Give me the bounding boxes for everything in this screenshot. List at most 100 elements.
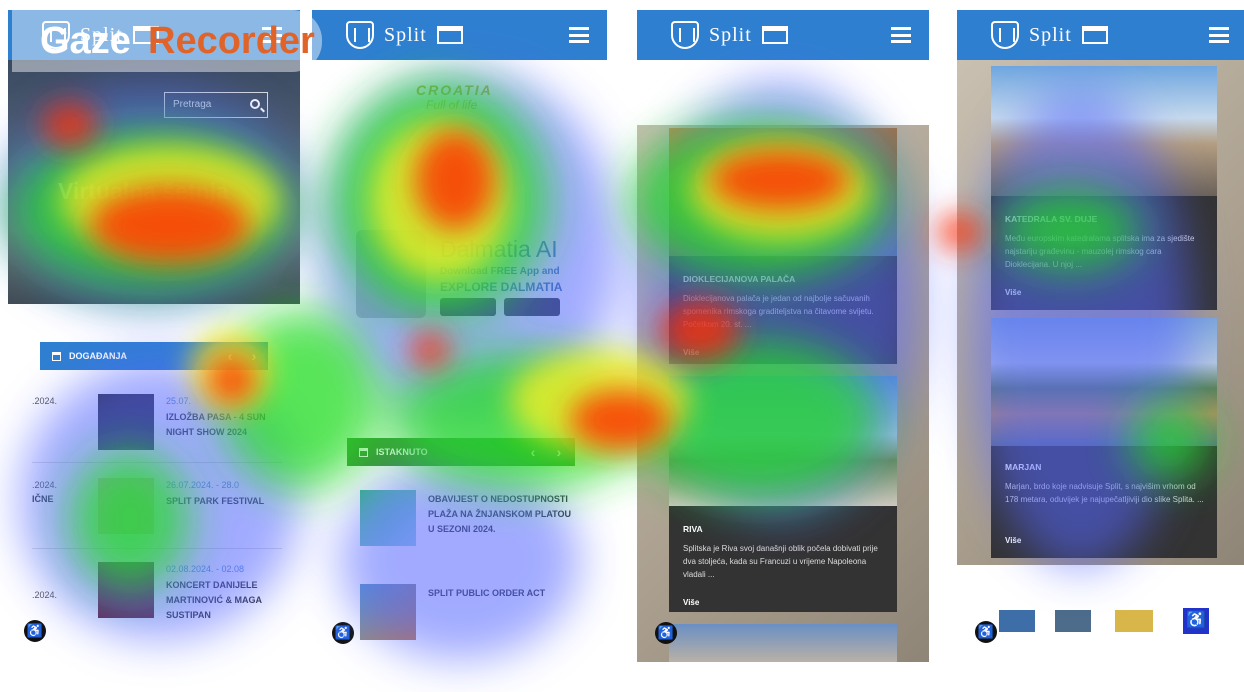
coat-of-arms-icon	[991, 21, 1019, 49]
news-thumbnail[interactable]	[360, 584, 416, 640]
site-header: Split	[957, 10, 1244, 60]
unesco-icon	[436, 26, 463, 44]
event-thumbnail[interactable]	[98, 562, 154, 618]
site-header: Split	[637, 10, 929, 60]
event-item[interactable]: .2024. 25.07. IZLOŽBA PASA - 4 SUN NIGHT…	[8, 394, 300, 454]
event-date: 26.07.2024. - 28.0	[166, 480, 240, 490]
croatia-wordmark: CROATIA	[416, 82, 493, 98]
sight-title[interactable]: MARJAN	[1005, 462, 1041, 472]
search-input[interactable]: Pretraga	[164, 92, 268, 118]
phone-screen-sights-2: Split KATEDRALA SV. DUJE Među europskim …	[957, 0, 1244, 662]
news-item[interactable]: OBAVIJEST O NEDOSTUPNOSTI PLAŽA NA ŽNJAN…	[360, 490, 590, 550]
next-arrow-icon[interactable]: ›	[242, 342, 266, 370]
sight-card[interactable]: MARJAN Marjan, brdo koje nadvisuje Split…	[991, 318, 1217, 558]
news-thumbnail[interactable]	[360, 490, 416, 546]
gazerecorder-watermark: Gaze Recorder	[12, 10, 322, 72]
calendar-icon	[359, 447, 368, 457]
unesco-icon	[761, 26, 788, 44]
sight-card[interactable]: RIVA Splitska je Riva svoj današnji obli…	[669, 376, 897, 612]
more-link[interactable]: Više	[1005, 536, 1021, 545]
event-item[interactable]: .2024. 02.08.2024. - 02.08 KONCERT DANIJ…	[8, 562, 300, 622]
sight-title[interactable]: DIOKLECIJANOVA PALAČA	[683, 274, 795, 284]
event-prev-title: IČNE	[32, 494, 54, 504]
sight-image[interactable]	[991, 66, 1217, 196]
logo-text: Split	[1029, 23, 1072, 46]
news-title[interactable]: SPLIT PUBLIC ORDER ACT	[428, 586, 578, 601]
hamburger-menu-icon[interactable]	[1209, 27, 1229, 43]
event-prev-date: .2024.	[32, 590, 58, 600]
events-section-header: DOGAĐANJA ‹ ›	[40, 342, 268, 370]
sight-image[interactable]	[669, 128, 897, 256]
wheelchair-icon[interactable]: ♿	[24, 620, 46, 642]
highlights-section-header: ISTAKNUTO ‹ ›	[347, 438, 575, 466]
event-prev-date: .2024.	[32, 396, 58, 406]
coat-of-arms-icon	[671, 21, 699, 49]
partner-logo[interactable]	[999, 610, 1035, 632]
dalmatia-line-1: Download FREE App and	[440, 266, 560, 277]
event-item[interactable]: .2024. IČNE 26.07.2024. - 28.0 SPLIT PAR…	[8, 478, 300, 538]
divider	[32, 462, 282, 463]
sight-card[interactable]: KATEDRALA SV. DUJE Među europskim katedr…	[991, 66, 1217, 310]
search-icon[interactable]	[250, 99, 260, 109]
sight-card[interactable]	[669, 624, 897, 662]
hamburger-menu-icon[interactable]	[891, 27, 911, 43]
news-title[interactable]: OBAVIJEST O NEDOSTUPNOSTI PLAŽA NA ŽNJAN…	[428, 492, 578, 537]
event-date: 02.08.2024. - 02.08	[166, 564, 245, 574]
event-prev-date: .2024.	[32, 480, 58, 490]
dalmatia-app-banner[interactable]: Dalmatia AI Download FREE App and EXPLOR…	[356, 230, 568, 320]
more-link[interactable]: Više	[683, 598, 699, 607]
wheelchair-icon[interactable]: ♿	[655, 622, 677, 644]
divider	[32, 548, 282, 549]
sight-description: Dioklecijanova palača je jedan od najbol…	[683, 294, 874, 329]
croatia-tagline: Full of life	[426, 98, 478, 112]
split-logo[interactable]: Split	[671, 20, 788, 50]
hamburger-menu-icon[interactable]	[569, 27, 589, 43]
watermark-gaze: Gaze	[40, 20, 131, 62]
partner-logo[interactable]	[1055, 610, 1091, 632]
site-header: Split	[312, 10, 607, 60]
sight-image[interactable]	[991, 318, 1217, 446]
coat-of-arms-icon	[346, 21, 374, 49]
phone-screen-sights: Split DIOKLECIJANOVA PALAČA Dioklecijano…	[637, 0, 929, 662]
wheelchair-icon[interactable]: ♿	[332, 622, 354, 644]
partner-logo[interactable]	[1115, 610, 1153, 632]
dalmatia-line-2: EXPLORE DALMATIA	[440, 280, 563, 294]
event-title[interactable]: SPLIT PARK FESTIVAL	[166, 494, 276, 509]
watermark-recorder: Recorder	[148, 20, 315, 62]
app-store-badge[interactable]	[440, 298, 496, 316]
highlights-section-title: ISTAKNUTO	[376, 447, 428, 457]
sight-image[interactable]	[669, 376, 897, 506]
sight-description: Marjan, brdo koje nadvisuje Split, s naj…	[1005, 482, 1204, 504]
wheelchair-icon[interactable]: ♿	[1183, 608, 1209, 634]
unesco-icon	[1081, 26, 1108, 44]
event-thumbnail[interactable]	[98, 394, 154, 450]
calendar-icon	[52, 351, 61, 361]
event-thumbnail[interactable]	[98, 478, 154, 534]
event-date: 25.07.	[166, 396, 192, 406]
prev-arrow-icon[interactable]: ‹	[521, 438, 545, 466]
app-phone-image	[356, 230, 426, 318]
sight-title[interactable]: RIVA	[683, 524, 703, 534]
start-tour-button[interactable]: Pokreni	[104, 213, 192, 241]
wheelchair-icon[interactable]: ♿	[975, 621, 997, 643]
event-title[interactable]: IZLOŽBA PASA - 4 SUN NIGHT SHOW 2024	[166, 410, 276, 440]
split-logo[interactable]: Split	[346, 20, 463, 50]
sight-card[interactable]: DIOKLECIJANOVA PALAČA Dioklecijanova pal…	[669, 128, 897, 364]
dalmatia-title: Dalmatia AI	[440, 236, 558, 262]
hero-title: Virtualna šetnja	[58, 178, 229, 204]
more-link[interactable]: Više	[683, 348, 699, 357]
event-title[interactable]: KONCERT DANIJELE MARTINOVIĆ & MAGA SUSTI…	[166, 578, 276, 623]
next-arrow-icon[interactable]: ›	[547, 438, 571, 466]
split-logo[interactable]: Split	[991, 20, 1108, 50]
news-item[interactable]: SPLIT PUBLIC ORDER ACT	[360, 584, 590, 644]
google-play-badge[interactable]	[504, 298, 560, 316]
sight-title[interactable]: KATEDRALA SV. DUJE	[1005, 214, 1097, 224]
phone-screen-highlights: Split CROATIA Full of life Dalmatia AI D…	[312, 0, 607, 662]
logo-text: Split	[384, 23, 427, 46]
hero-banner: Pretraga Virtualna šetnja Pokreni	[8, 60, 300, 304]
croatia-logo: CROATIA Full of life	[416, 82, 516, 142]
more-link[interactable]: Više	[1005, 288, 1021, 297]
sight-description: Među europskim katedralama splitska ima …	[1005, 234, 1195, 269]
prev-arrow-icon[interactable]: ‹	[218, 342, 242, 370]
events-section-title: DOGAĐANJA	[69, 351, 128, 361]
